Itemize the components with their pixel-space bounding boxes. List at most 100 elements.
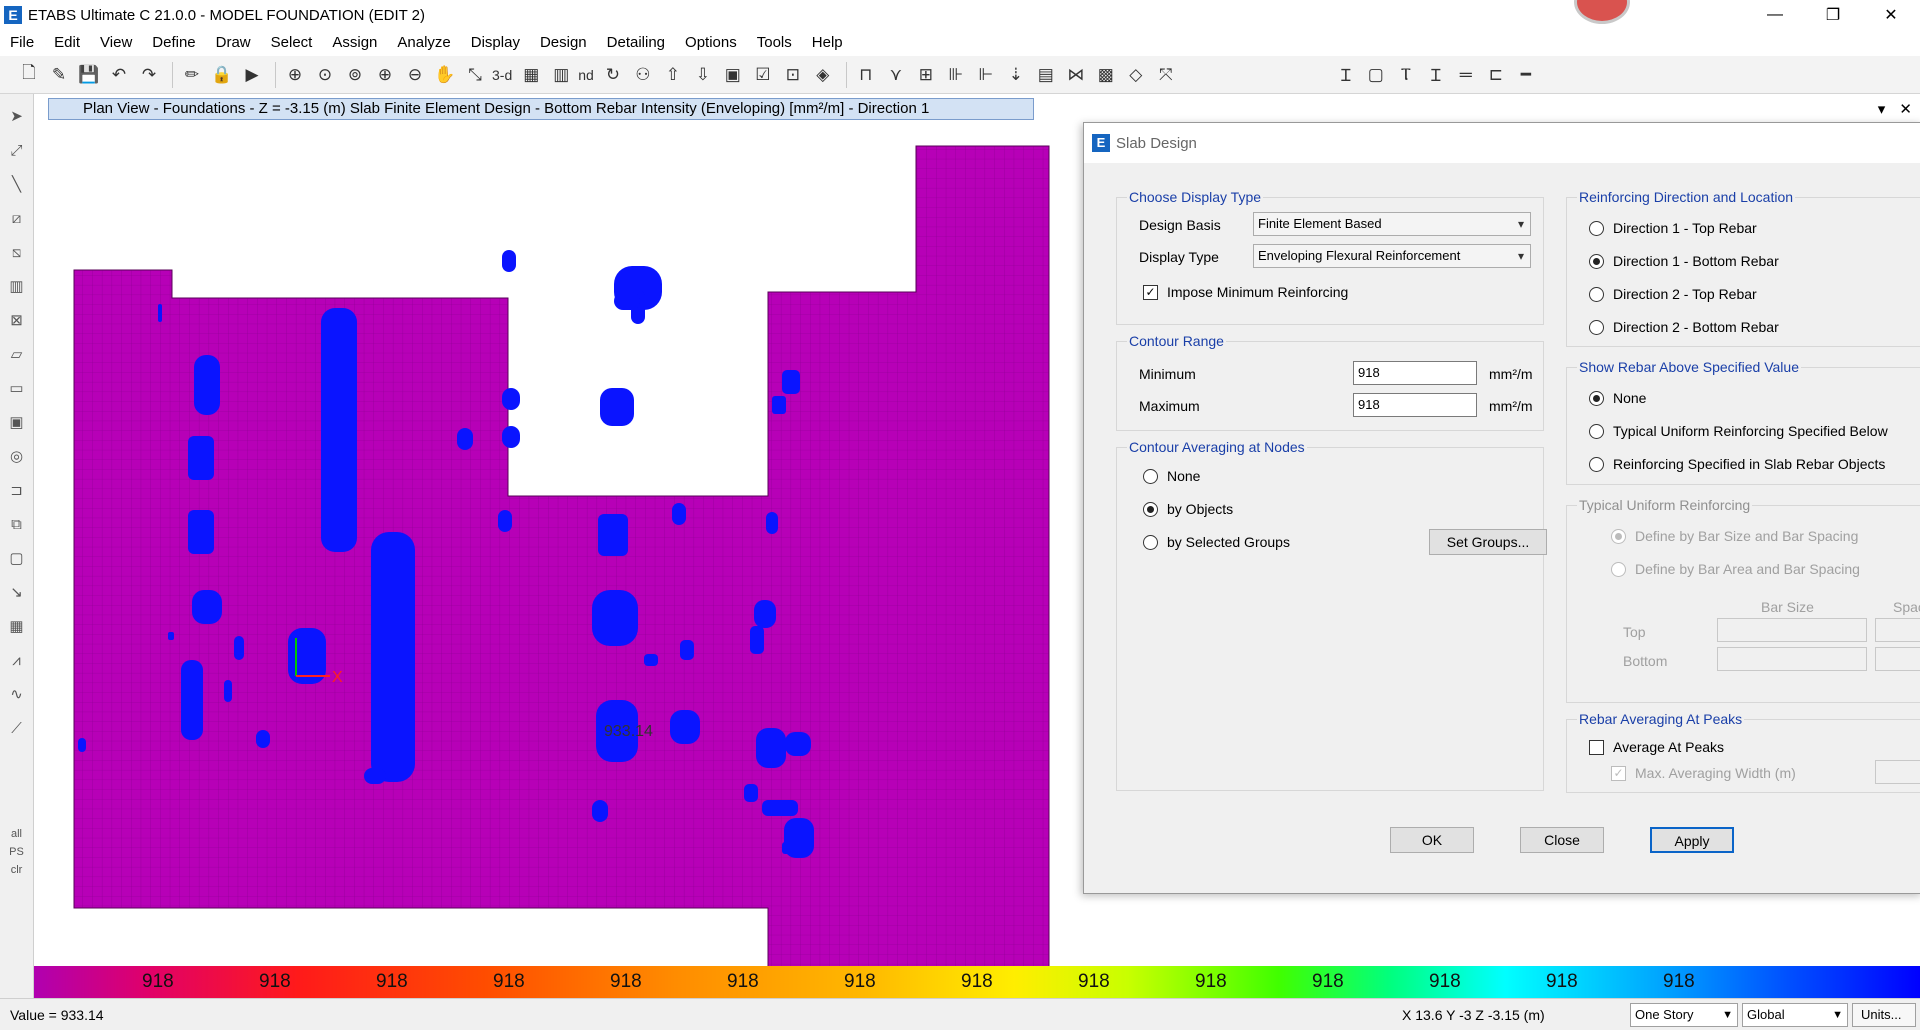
bar-area-spacing-radio[interactable] <box>1611 562 1626 577</box>
menu-design[interactable]: Design <box>530 30 597 56</box>
plan-view-tab[interactable]: Plan View - Foundations - Z = -3.15 (m) … <box>48 98 1034 120</box>
story-select[interactable]: One Story ▼ <box>1630 1003 1738 1027</box>
close-plan-view-button[interactable]: ✕ <box>1899 101 1912 118</box>
minimum-input[interactable]: 918 <box>1353 361 1477 385</box>
wall-design-icon[interactable]: ⋈ <box>1063 62 1089 88</box>
check-icon[interactable]: ☑ <box>750 62 776 88</box>
draw-grid-icon[interactable]: ▦ <box>5 614 29 638</box>
close-window-button[interactable]: ✕ <box>1862 0 1920 30</box>
draw-wall-icon[interactable]: ═ <box>1453 62 1479 88</box>
average-at-peaks-checkbox[interactable] <box>1589 740 1604 755</box>
max-averaging-width-checkbox[interactable]: ✓ <box>1611 766 1626 781</box>
mesh-display-icon[interactable]: ▩ <box>1093 62 1119 88</box>
menu-tools[interactable]: Tools <box>747 30 802 56</box>
window-list-dropdown[interactable]: ▾ <box>1878 101 1886 118</box>
slab-design-icon[interactable]: ▤ <box>1033 62 1059 88</box>
display-type-select[interactable]: Enveloping Flexural Reinforcement ▾ <box>1253 244 1531 268</box>
frame-design-icon[interactable]: ⊩ <box>973 62 999 88</box>
show-rebar-none-radio[interactable] <box>1589 391 1604 406</box>
view-3d-button[interactable]: 3-d <box>492 67 512 83</box>
draw-beam-icon[interactable]: Ɪ <box>1333 62 1359 88</box>
nd-view-button[interactable]: nd <box>578 67 594 83</box>
menu-file[interactable]: File <box>0 30 44 56</box>
close-button[interactable]: Close <box>1520 827 1604 853</box>
draw-wave-icon[interactable]: ∿ <box>5 682 29 706</box>
draw-brace-icon[interactable]: Ɪ <box>1423 62 1449 88</box>
zoom-window-icon[interactable]: ⊕ <box>282 62 308 88</box>
averaging-none-radio[interactable] <box>1143 469 1158 484</box>
user-avatar[interactable] <box>1574 0 1630 24</box>
draw-wall-tool-icon[interactable]: ⊐ <box>5 478 29 502</box>
previous-selection-button[interactable]: PS <box>9 846 24 858</box>
draw-column-tool-icon[interactable]: ⧅ <box>5 240 29 264</box>
max-averaging-width-input[interactable] <box>1875 760 1920 784</box>
shaded-view-icon[interactable]: ◈ <box>810 62 836 88</box>
draw-tendon-icon[interactable]: ⩘ <box>5 648 29 672</box>
run-analysis-icon[interactable]: ▶ <box>239 62 265 88</box>
top-bar-size-input[interactable] <box>1717 618 1867 642</box>
maximum-input[interactable]: 918 <box>1353 393 1477 417</box>
coordinate-system-select[interactable]: Global ▼ <box>1742 1003 1848 1027</box>
frame-forces-icon[interactable]: ⊓ <box>853 62 879 88</box>
units-button[interactable]: Units... <box>1852 1003 1916 1027</box>
shell-stresses-icon[interactable]: ⊞ <box>913 62 939 88</box>
minimize-button[interactable]: — <box>1746 0 1804 30</box>
load-display-icon[interactable]: ⇣ <box>1003 62 1029 88</box>
object-shrink-icon[interactable]: ▣ <box>720 62 746 88</box>
menu-detailing[interactable]: Detailing <box>597 30 675 56</box>
averaging-by-objects-radio[interactable] <box>1143 502 1158 517</box>
undo-icon[interactable]: ↶ <box>106 62 132 88</box>
menu-view[interactable]: View <box>90 30 142 56</box>
draw-slab-icon[interactable]: ▢ <box>1363 62 1389 88</box>
perspective-icon[interactable]: ⚇ <box>630 62 656 88</box>
zoom-previous-icon[interactable]: ⊚ <box>342 62 368 88</box>
menu-select[interactable]: Select <box>261 30 323 56</box>
menu-options[interactable]: Options <box>675 30 747 56</box>
draw-line-icon[interactable]: ╲ <box>5 172 29 196</box>
show-rebar-objects-radio[interactable] <box>1589 457 1604 472</box>
pan-icon[interactable]: ✋ <box>432 62 458 88</box>
strip-forces-icon[interactable]: ◇ <box>1123 62 1149 88</box>
draw-point-icon[interactable]: ◎ <box>5 444 29 468</box>
clear-selection-button[interactable]: clr <box>11 864 23 876</box>
bottom-bar-size-input[interactable] <box>1717 647 1867 671</box>
direction-2-bottom-radio[interactable] <box>1589 320 1604 335</box>
select-all-button[interactable]: all <box>11 828 22 840</box>
show-rebar-typical-radio[interactable] <box>1589 424 1604 439</box>
draw-opening-icon[interactable]: ⊏ <box>1483 62 1509 88</box>
impose-minimum-checkbox[interactable]: ✓ <box>1143 285 1158 300</box>
bar-size-spacing-radio[interactable] <box>1611 529 1626 544</box>
redo-icon[interactable]: ↷ <box>136 62 162 88</box>
zoom-out-icon[interactable]: ⊖ <box>402 62 428 88</box>
zoom-in-icon[interactable]: ⊕ <box>372 62 398 88</box>
pointer-icon[interactable]: ➤ <box>5 104 29 128</box>
menu-display[interactable]: Display <box>461 30 530 56</box>
display-options-icon[interactable]: ⊡ <box>780 62 806 88</box>
save-icon[interactable]: 💾 <box>76 62 102 88</box>
draw-cross-brace-icon[interactable]: ⊠ <box>5 308 29 332</box>
foundation-slab[interactable] <box>73 145 1050 976</box>
restore-button[interactable]: ❐ <box>1804 0 1862 30</box>
reshape-icon[interactable]: ⤢ <box>5 138 29 162</box>
deformed-shape-icon[interactable]: ⋎ <box>883 62 909 88</box>
averaging-by-groups-radio[interactable] <box>1143 535 1158 550</box>
draw-opening-tool-icon[interactable]: ▢ <box>5 546 29 570</box>
set-groups-button[interactable]: Set Groups... <box>1429 529 1547 555</box>
plan-canvas[interactable]: X 933.14 <box>34 120 1084 976</box>
menu-assign[interactable]: Assign <box>322 30 387 56</box>
joint-reactions-icon[interactable]: ⊪ <box>943 62 969 88</box>
rubber-band-icon[interactable]: ⤡ <box>462 62 488 88</box>
new-file-icon[interactable]: 🗋 <box>16 62 42 88</box>
draw-brace-tool-icon[interactable]: ⧄ <box>5 206 29 230</box>
zoom-extents-icon[interactable]: ⊙ <box>312 62 338 88</box>
draw-secondary-beam-icon[interactable]: ▥ <box>5 274 29 298</box>
design-basis-select[interactable]: Finite Element Based ▾ <box>1253 212 1531 236</box>
quick-draw-floor-icon[interactable]: ▣ <box>5 410 29 434</box>
dialog-title-bar[interactable]: E Slab Design <box>1084 123 1920 163</box>
draw-dimension-icon[interactable]: ↘ <box>5 580 29 604</box>
elevation-view-icon[interactable]: ▥ <box>548 62 574 88</box>
plan-view-icon[interactable]: ▦ <box>518 62 544 88</box>
menu-analyze[interactable]: Analyze <box>387 30 460 56</box>
move-up-icon[interactable]: ⇧ <box>660 62 686 88</box>
bottom-spacing-input[interactable] <box>1875 647 1920 671</box>
